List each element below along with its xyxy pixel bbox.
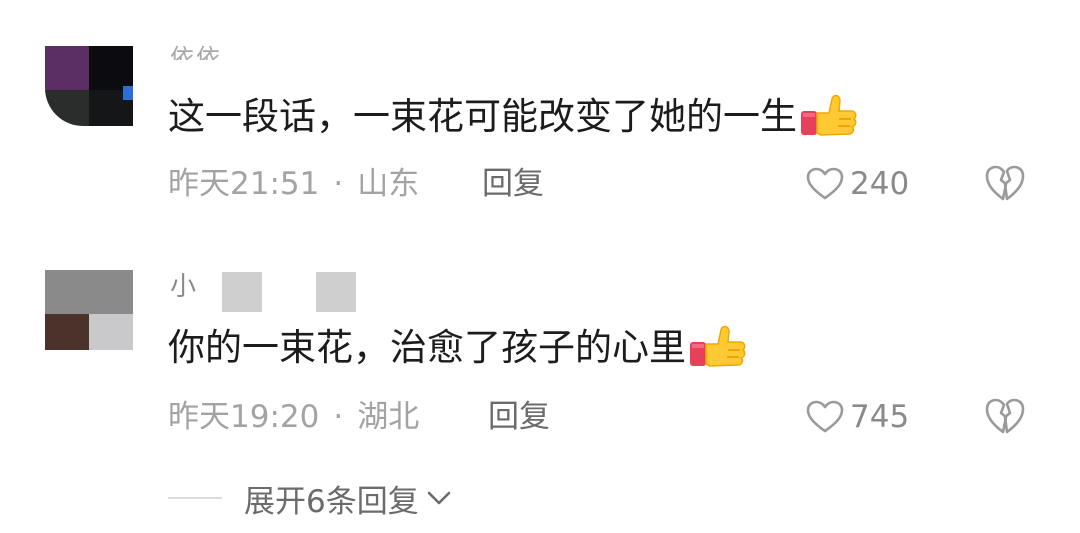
meta-separator: ·	[333, 399, 344, 435]
dislike-button[interactable]	[985, 164, 1025, 204]
heart-icon	[806, 167, 844, 200]
reply-button[interactable]: 回复	[482, 164, 544, 204]
comment-text-body: 你的一束花，治愈了孩子的心里	[168, 326, 686, 369]
like-button[interactable]: 240	[806, 164, 909, 204]
thumbs-up-icon	[688, 324, 746, 368]
avatar[interactable]	[45, 46, 133, 126]
chevron-down-icon[interactable]	[425, 488, 453, 508]
comment-text: 你的一束花，治愈了孩子的心里	[168, 323, 746, 373]
username[interactable]: 小	[170, 266, 198, 303]
comment-time: 昨天21:51	[168, 166, 320, 202]
comment-text: 这一段话，一束花可能改变了她的一生	[168, 92, 857, 142]
divider-line	[168, 497, 222, 499]
username-mosaic	[316, 272, 356, 312]
comment-meta: 昨天19:20 · 湖北	[168, 397, 419, 437]
like-button[interactable]: 745	[806, 397, 909, 437]
expand-replies[interactable]: 展开6条回复	[168, 476, 453, 520]
reply-button[interactable]: 回复	[488, 397, 550, 437]
comment-meta: 昨天21:51 · 山东	[168, 164, 419, 204]
expand-replies-label[interactable]: 展开6条回复	[244, 476, 419, 521]
username-mosaic	[222, 272, 262, 312]
broken-heart-icon	[985, 398, 1025, 434]
like-count: 240	[850, 166, 910, 202]
comment-location: 湖北	[357, 399, 420, 435]
comment-text-body: 这一段话，一束花可能改变了她的一生	[168, 95, 797, 138]
broken-heart-icon	[985, 165, 1025, 201]
comment-time: 昨天19:20	[168, 399, 320, 435]
thumbs-up-icon	[799, 93, 857, 137]
avatar[interactable]	[45, 270, 133, 350]
like-count: 745	[850, 399, 910, 435]
username[interactable]: 依依	[170, 38, 222, 60]
dislike-button[interactable]	[985, 397, 1025, 437]
heart-icon	[806, 400, 844, 433]
meta-separator: ·	[333, 166, 344, 202]
comment-location: 山东	[357, 166, 420, 202]
